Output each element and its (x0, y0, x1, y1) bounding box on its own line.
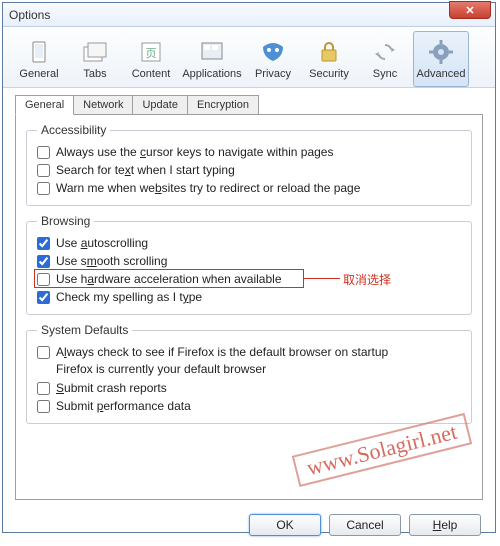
toolbar-privacy[interactable]: Privacy (245, 31, 301, 87)
toolbar-general[interactable]: General (11, 31, 67, 87)
toolbar-label: Advanced (417, 68, 466, 80)
toolbar-applications[interactable]: Applications (179, 31, 245, 87)
dialog-button-row: OK Cancel Help (3, 508, 495, 546)
tab-general[interactable]: General (15, 95, 74, 115)
toolbar-label: General (19, 68, 58, 80)
close-button[interactable]: ✕ (449, 1, 491, 19)
toolbar-advanced[interactable]: Advanced (413, 31, 469, 87)
tab-update[interactable]: Update (132, 95, 187, 115)
cancel-button[interactable]: Cancel (329, 514, 401, 536)
toolbar-label: Privacy (255, 68, 291, 80)
tab-encryption[interactable]: Encryption (187, 95, 259, 115)
lock-icon (314, 38, 344, 66)
toolbar-sync[interactable]: Sync (357, 31, 413, 87)
options-dialog: Options ✕ General Tabs 页 Content (2, 2, 496, 533)
privacy-mask-icon (258, 38, 288, 66)
sub-tab-strip: General Network Update Encryption (3, 89, 495, 115)
close-icon: ✕ (465, 4, 474, 17)
toolbar-label: Security (309, 68, 349, 80)
toolbar-tabs[interactable]: Tabs (67, 31, 123, 87)
checkbox-autoscrolling[interactable] (37, 237, 50, 250)
svg-text:页: 页 (146, 48, 157, 60)
toolbar-label: Tabs (83, 68, 106, 80)
titlebar: Options ✕ (3, 3, 495, 27)
default-browser-status: Firefox is currently your default browse… (37, 361, 461, 379)
legend-browsing: Browsing (37, 214, 94, 228)
fieldset-browsing: Browsing Use autoscrolling Use smooth sc… (26, 214, 472, 315)
toolbar-content[interactable]: 页 Content (123, 31, 179, 87)
label-hardware-acceleration[interactable]: Use hardware acceleration when available (56, 272, 282, 286)
toolbar-label: Applications (182, 68, 241, 80)
label-default-browser[interactable]: Always check to see if Firefox is the de… (56, 345, 388, 359)
checkbox-default-browser[interactable] (37, 346, 50, 359)
annotation-line (304, 278, 340, 279)
checkbox-search-typing[interactable] (37, 164, 50, 177)
label-spelling[interactable]: Check my spelling as I type (56, 290, 202, 304)
toolbar-label: Content (132, 68, 171, 80)
content-icon: 页 (136, 38, 166, 66)
legend-accessibility: Accessibility (37, 123, 110, 137)
toolbar-security[interactable]: Security (301, 31, 357, 87)
titlebar-text: Options (9, 8, 50, 22)
label-autoscrolling[interactable]: Use autoscrolling (56, 236, 148, 250)
sync-icon (370, 38, 400, 66)
ok-button[interactable]: OK (249, 514, 321, 536)
checkbox-cursor-keys[interactable] (37, 146, 50, 159)
tab-network[interactable]: Network (73, 95, 133, 115)
label-search-typing[interactable]: Search for text when I start typing (56, 163, 235, 177)
tabs-icon (80, 38, 110, 66)
checkbox-performance-data[interactable] (37, 400, 50, 413)
fieldset-system-defaults: System Defaults Always check to see if F… (26, 323, 472, 424)
legend-system-defaults: System Defaults (37, 323, 132, 337)
annotation-text: 取消选择 (343, 271, 391, 288)
tab-panel-general: Accessibility Always use the cursor keys… (15, 114, 483, 500)
checkbox-hardware-acceleration[interactable] (37, 273, 50, 286)
checkbox-warn-redirect[interactable] (37, 182, 50, 195)
gear-icon (426, 38, 456, 66)
label-warn-redirect[interactable]: Warn me when websites try to redirect or… (56, 181, 360, 195)
label-smooth-scrolling[interactable]: Use smooth scrolling (56, 254, 167, 268)
checkbox-smooth-scrolling[interactable] (37, 255, 50, 268)
checkbox-spelling[interactable] (37, 291, 50, 304)
checkbox-crash-reports[interactable] (37, 382, 50, 395)
applications-icon (197, 38, 227, 66)
category-toolbar: General Tabs 页 Content Applications Priv… (3, 27, 495, 88)
toolbar-label: Sync (373, 68, 397, 80)
label-crash-reports[interactable]: Submit crash reports (56, 381, 167, 395)
fieldset-accessibility: Accessibility Always use the cursor keys… (26, 123, 472, 206)
help-button[interactable]: Help (409, 514, 481, 536)
label-performance-data[interactable]: Submit performance data (56, 399, 191, 413)
general-icon (24, 38, 54, 66)
label-cursor-keys[interactable]: Always use the cursor keys to navigate w… (56, 145, 333, 159)
